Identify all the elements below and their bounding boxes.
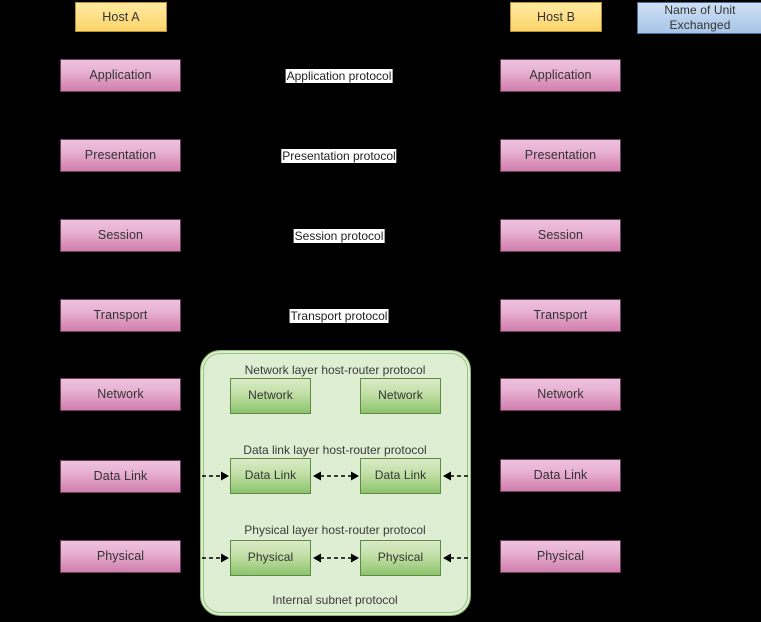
host-a-layer-presentation-label: Presentation [84,148,157,163]
router-left-physical[interactable]: Physical [230,540,311,576]
unit-exchanged-legend[interactable]: Name of Unit Exchanged [637,2,761,34]
host-b-header[interactable]: Host B [510,2,602,32]
router-right-network-label: Network [378,388,423,403]
host-b-layer-data-link[interactable]: Data Link [500,459,621,492]
host-a-layer-session-label: Session [97,228,144,243]
router-right-data-link[interactable]: Data Link [360,458,441,494]
protocol-label-session-protocol: Session protocol [293,229,385,243]
host-b-layer-network-label: Network [537,387,584,402]
host-a-header[interactable]: Host A [75,2,167,32]
host-a-layer-presentation[interactable]: Presentation [60,139,181,172]
host-a-layer-data-link[interactable]: Data Link [60,460,181,493]
host-b-layer-application-label: Application [529,68,592,83]
router-left-data-link-label: Data Link [244,468,297,483]
subnet-row-caption-network-layer-host-router-protocol: Network layer host-router protocol [244,363,426,377]
internal-subnet-protocol-caption: Internal subnet protocol [272,593,398,607]
host-a-layer-network[interactable]: Network [60,378,181,411]
host-b-layer-presentation[interactable]: Presentation [500,139,621,172]
diagram-canvas: Host A Host B Name of Unit Exchanged App… [0,0,761,622]
router-right-network[interactable]: Network [360,378,441,414]
router-right-data-link-label: Data Link [374,468,427,483]
router-left-network[interactable]: Network [230,378,311,414]
protocol-label-presentation-protocol: Presentation protocol [281,149,397,163]
host-a-layer-data-link-label: Data Link [93,469,148,484]
host-b-layer-transport-label: Transport [533,308,588,323]
protocol-label-transport-protocol: Transport protocol [289,309,389,323]
host-b-layer-physical[interactable]: Physical [500,540,621,573]
host-a-layer-session[interactable]: Session [60,219,181,252]
host-b-layer-session[interactable]: Session [500,219,621,252]
host-a-layer-network-label: Network [97,387,144,402]
host-a-layer-application[interactable]: Application [60,59,181,92]
router-left-data-link[interactable]: Data Link [230,458,311,494]
host-b-layer-data-link-label: Data Link [533,468,588,483]
subnet-row-caption-physical-layer-host-router-protocol: Physical layer host-router protocol [244,523,426,537]
unit-exchanged-label: Name of Unit Exchanged [664,3,736,32]
host-b-layer-session-label: Session [537,228,584,243]
host-a-layer-application-label: Application [89,68,152,83]
subnet-row-caption-data-link-layer-host-router-protocol: Data link layer host-router protocol [243,443,427,457]
host-a-label: Host A [102,9,140,24]
host-b-layer-physical-label: Physical [536,549,585,564]
host-b-label: Host B [536,9,576,24]
router-left-physical-label: Physical [247,550,294,565]
host-a-layer-physical-label: Physical [96,549,145,564]
host-b-layer-presentation-label: Presentation [524,148,597,163]
host-a-layer-physical[interactable]: Physical [60,540,181,573]
router-right-physical-label: Physical [377,550,424,565]
host-b-layer-transport[interactable]: Transport [500,299,621,332]
host-a-layer-transport-label: Transport [93,308,148,323]
host-a-layer-transport[interactable]: Transport [60,299,181,332]
router-left-network-label: Network [248,388,293,403]
router-right-physical[interactable]: Physical [360,540,441,576]
protocol-label-application-protocol: Application protocol [285,69,393,83]
host-b-layer-network[interactable]: Network [500,378,621,411]
host-b-layer-application[interactable]: Application [500,59,621,92]
